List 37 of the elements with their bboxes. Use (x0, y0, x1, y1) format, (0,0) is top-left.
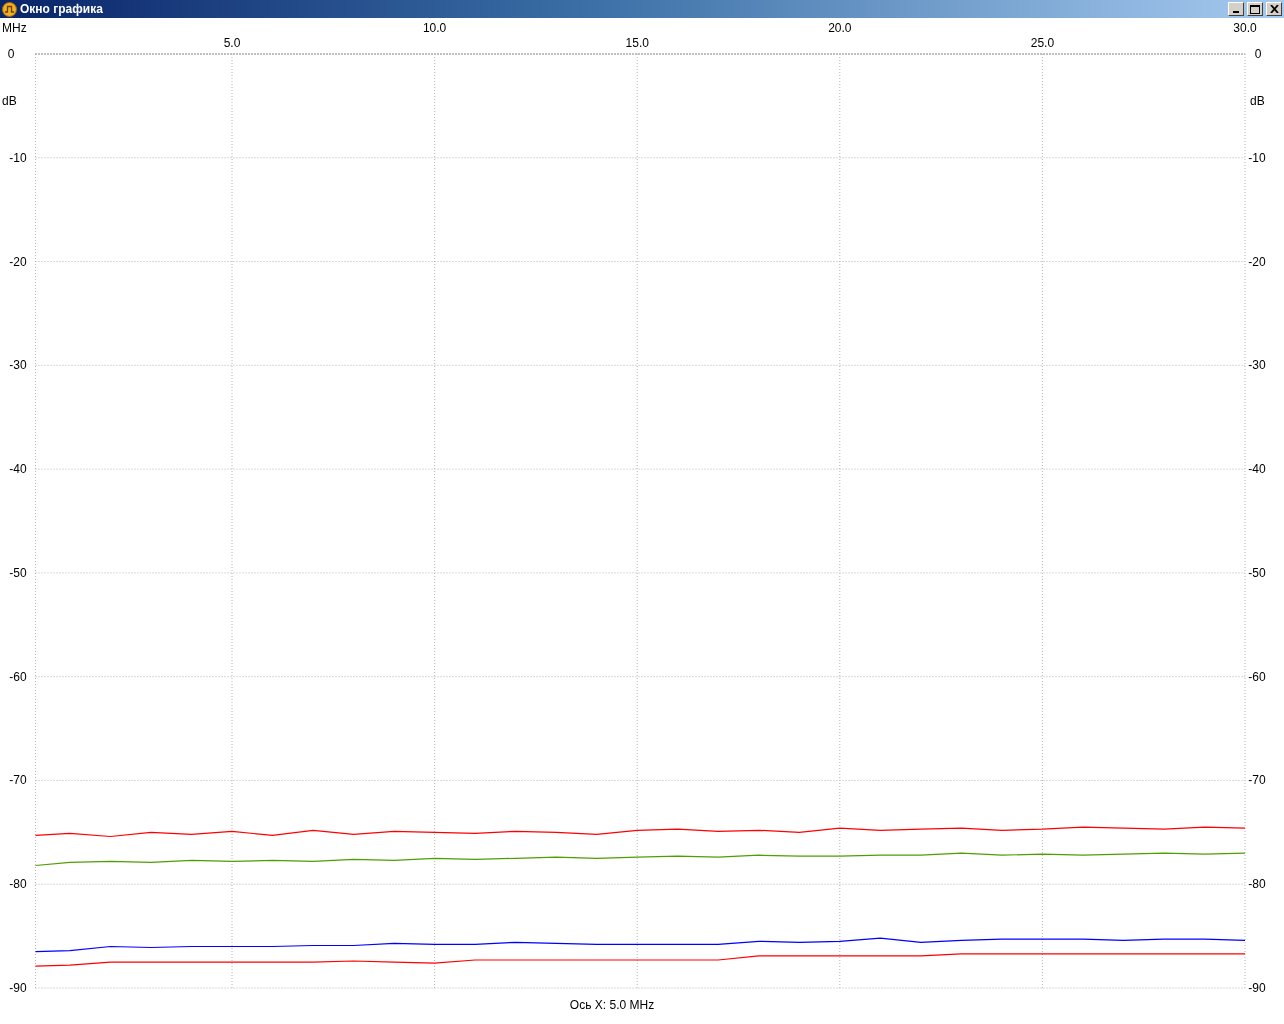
y-tick-label: -90 (9, 981, 27, 995)
y-tick-label: -60 (1248, 669, 1266, 684)
y-tick-label: -90 (1248, 981, 1266, 995)
app-icon (2, 1, 17, 17)
x-tick-label: 25.0 (1030, 36, 1055, 50)
y-axis-unit: dB (1250, 94, 1265, 108)
close-button[interactable] (1266, 2, 1282, 16)
y-tick-label: -50 (9, 565, 27, 580)
y-tick-label: -20 (1248, 254, 1266, 269)
axis-caption: Ось X: 5.0 MHz (569, 998, 655, 1012)
x-tick-label: 5.0 (223, 36, 241, 50)
y-tick-label: -10 (9, 150, 27, 165)
window-title: Окно графика (20, 2, 104, 16)
y-tick-label: -30 (1248, 358, 1266, 373)
close-icon (1269, 5, 1279, 13)
maximize-button[interactable] (1247, 2, 1263, 16)
y-tick-label: -80 (1248, 877, 1266, 892)
x-tick-label: 15.0 (625, 36, 649, 50)
x-tick-label: 30.0 (1233, 21, 1257, 35)
y-tick-label: 0 (7, 47, 15, 61)
y-tick-label: -10 (1248, 150, 1266, 165)
y-tick-label: -80 (9, 877, 27, 892)
y-tick-label: -30 (9, 358, 27, 373)
maximize-icon (1250, 4, 1260, 14)
y-tick-label: -50 (1248, 565, 1266, 580)
y-tick-label: -20 (9, 254, 27, 269)
y-tick-label: -40 (1248, 462, 1266, 477)
y-tick-label: -40 (9, 462, 27, 477)
y-axis-unit: dB (2, 94, 17, 108)
y-tick-label: -70 (1248, 773, 1266, 788)
y-tick-label: -60 (9, 669, 27, 684)
x-tick-label: 20.0 (828, 21, 852, 35)
minimize-button[interactable] (1228, 2, 1244, 16)
y-tick-label: 0 (1254, 47, 1262, 61)
y-tick-label: -70 (9, 773, 27, 788)
x-tick-label: 10.0 (422, 21, 447, 35)
x-axis-unit: MHz (2, 21, 27, 35)
